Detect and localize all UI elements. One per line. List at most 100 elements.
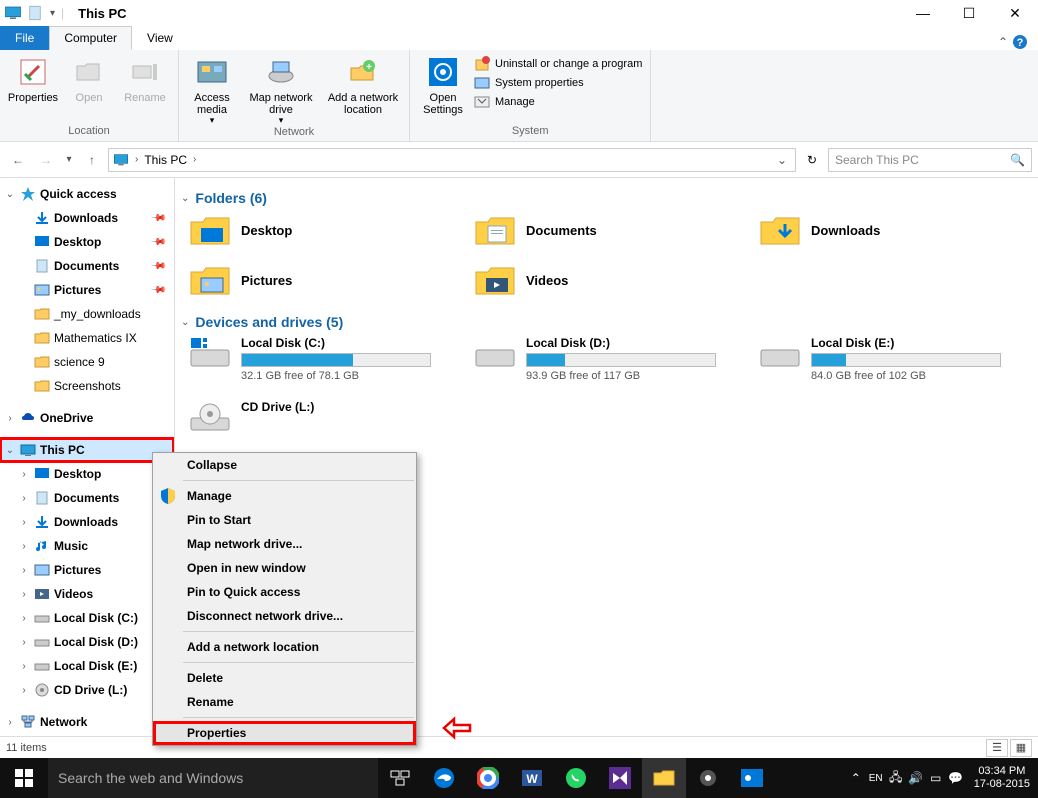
- open-settings-button[interactable]: Open Settings: [416, 52, 470, 125]
- sidebar-pc-disk-e[interactable]: ›Local Disk (E:): [0, 654, 174, 678]
- properties-button[interactable]: Properties: [6, 52, 60, 125]
- sidebar-pc-documents[interactable]: ›Documents: [0, 486, 174, 510]
- sidebar-qa-desktop[interactable]: Desktop📌: [0, 230, 174, 254]
- tray-volume-icon[interactable]: 🔊: [906, 758, 926, 798]
- icons-view-button[interactable]: ▦: [1010, 739, 1032, 757]
- task-chrome[interactable]: [466, 758, 510, 798]
- task-whatsapp[interactable]: [554, 758, 598, 798]
- drive-c[interactable]: Local Disk (C:)32.1 GB free of 78.1 GB: [189, 336, 464, 382]
- task-vs[interactable]: [598, 758, 642, 798]
- back-button[interactable]: ←: [6, 148, 30, 172]
- drives-header[interactable]: ⌄Devices and drives (5): [181, 314, 1034, 330]
- sidebar-pc-cd-drive[interactable]: ›CD Drive (L:): [0, 678, 174, 702]
- ribbon-collapse-chevron[interactable]: ⌃: [998, 35, 1008, 49]
- drive-e[interactable]: Local Disk (E:)84.0 GB free of 102 GB: [759, 336, 1034, 382]
- folder-documents[interactable]: Documents: [474, 212, 749, 248]
- ctx-rename[interactable]: Rename: [153, 690, 416, 714]
- sidebar-this-pc[interactable]: ⌄This PC: [0, 438, 174, 462]
- drive-cd[interactable]: CD Drive (L:): [189, 400, 464, 436]
- ctx-open-new-window[interactable]: Open in new window: [153, 556, 416, 580]
- cd-icon: [34, 682, 50, 698]
- ctx-pin-qa[interactable]: Pin to Quick access: [153, 580, 416, 604]
- folder-downloads[interactable]: Downloads: [759, 212, 1034, 248]
- ctx-map-drive[interactable]: Map network drive...: [153, 532, 416, 556]
- manage-icon: [474, 94, 490, 110]
- folders-header[interactable]: ⌄Folders (6): [181, 190, 1034, 206]
- ctx-delete[interactable]: Delete: [153, 666, 416, 690]
- address-bar[interactable]: › This PC › ⌄: [108, 148, 796, 172]
- drive-d[interactable]: Local Disk (D:)93.9 GB free of 117 GB: [474, 336, 749, 382]
- tab-view[interactable]: View: [132, 26, 188, 50]
- forward-button[interactable]: →: [34, 148, 58, 172]
- shield-icon: [159, 487, 177, 505]
- map-drive-button[interactable]: Map network drive▾: [241, 52, 321, 126]
- pin-icon: 📌: [149, 258, 166, 275]
- start-button[interactable]: [0, 758, 48, 798]
- minimize-button[interactable]: —: [900, 0, 946, 26]
- sidebar-pc-pictures[interactable]: ›Pictures: [0, 558, 174, 582]
- sidebar-qa-science[interactable]: science 9: [0, 350, 174, 374]
- uninstall-program-button[interactable]: Uninstall or change a program: [474, 56, 642, 72]
- close-button[interactable]: ✕: [992, 0, 1038, 26]
- task-view-button[interactable]: [378, 758, 422, 798]
- tab-file[interactable]: File: [0, 26, 49, 50]
- sidebar-pc-desktop[interactable]: ›Desktop: [0, 462, 174, 486]
- ctx-disconnect-drive[interactable]: Disconnect network drive...: [153, 604, 416, 628]
- recent-dropdown[interactable]: ▾: [62, 148, 76, 172]
- search-input[interactable]: Search This PC 🔍: [828, 148, 1032, 172]
- sidebar-qa-downloads[interactable]: Downloads📌: [0, 206, 174, 230]
- taskbar-clock[interactable]: 03:34 PM 17-08-2015: [966, 765, 1038, 791]
- taskview-icon: [390, 770, 410, 786]
- taskbar-search[interactable]: Search the web and Windows: [48, 758, 378, 798]
- ribbon-group-location: Properties Open Rename Location: [0, 50, 179, 141]
- task-explorer[interactable]: [642, 758, 686, 798]
- task-settings[interactable]: [686, 758, 730, 798]
- maximize-button[interactable]: ☐: [946, 0, 992, 26]
- sidebar-pc-disk-c[interactable]: ›Local Disk (C:): [0, 606, 174, 630]
- sidebar-qa-pictures[interactable]: Pictures📌: [0, 278, 174, 302]
- ctx-add-network-location[interactable]: Add a network location: [153, 635, 416, 659]
- tray-language[interactable]: EN: [866, 758, 886, 798]
- task-app[interactable]: [730, 758, 774, 798]
- tab-computer[interactable]: Computer: [49, 26, 132, 50]
- task-edge[interactable]: [422, 758, 466, 798]
- ctx-pin-start[interactable]: Pin to Start: [153, 508, 416, 532]
- sidebar-pc-disk-d[interactable]: ›Local Disk (D:): [0, 630, 174, 654]
- sidebar-network[interactable]: ›Network: [0, 710, 174, 734]
- tray-network-icon[interactable]: 🖧: [886, 758, 906, 798]
- folder-desktop[interactable]: Desktop: [189, 212, 464, 248]
- sidebar-qa-screenshots[interactable]: Screenshots: [0, 374, 174, 398]
- sidebar-qa-mydownloads[interactable]: _my_downloads: [0, 302, 174, 326]
- address-dropdown[interactable]: ⌄: [773, 153, 791, 167]
- ctx-properties[interactable]: Properties: [153, 721, 416, 745]
- ctx-manage[interactable]: Manage: [153, 484, 416, 508]
- sidebar-pc-downloads[interactable]: ›Downloads: [0, 510, 174, 534]
- sidebar-qa-documents[interactable]: Documents📌: [0, 254, 174, 278]
- tray-chevron[interactable]: ⌃: [846, 758, 866, 798]
- refresh-button[interactable]: ↻: [800, 148, 824, 172]
- sidebar-qa-math[interactable]: Mathematics IX: [0, 326, 174, 350]
- manage-button[interactable]: Manage: [474, 94, 642, 110]
- system-properties-button[interactable]: System properties: [474, 75, 642, 91]
- help-icon[interactable]: ?: [1012, 34, 1028, 50]
- sidebar-pc-music[interactable]: ›Music: [0, 534, 174, 558]
- breadcrumb[interactable]: This PC: [144, 153, 187, 167]
- sidebar-quick-access[interactable]: ⌄ Quick access: [0, 182, 174, 206]
- up-button[interactable]: ↑: [80, 148, 104, 172]
- context-menu: Collapse Manage Pin to Start Map network…: [152, 452, 417, 746]
- sidebar-pc-videos[interactable]: ›Videos: [0, 582, 174, 606]
- access-media-button[interactable]: Access media▾: [185, 52, 239, 126]
- add-network-location-button[interactable]: + Add a network location: [323, 52, 403, 126]
- qat-dropdown[interactable]: ▾: [50, 8, 55, 19]
- folder-pictures[interactable]: Pictures: [189, 262, 464, 298]
- ctx-collapse[interactable]: Collapse: [153, 453, 416, 477]
- sidebar-onedrive[interactable]: ›OneDrive: [0, 406, 174, 430]
- folder-videos[interactable]: Videos: [474, 262, 749, 298]
- pictures-icon: [34, 282, 50, 298]
- tray-battery-icon[interactable]: ▭: [926, 758, 946, 798]
- qat-doc-icon[interactable]: [26, 4, 44, 22]
- uninstall-icon: [474, 56, 490, 72]
- task-word[interactable]: W: [510, 758, 554, 798]
- details-view-button[interactable]: ☰: [986, 739, 1008, 757]
- tray-action-center-icon[interactable]: 💬: [946, 758, 966, 798]
